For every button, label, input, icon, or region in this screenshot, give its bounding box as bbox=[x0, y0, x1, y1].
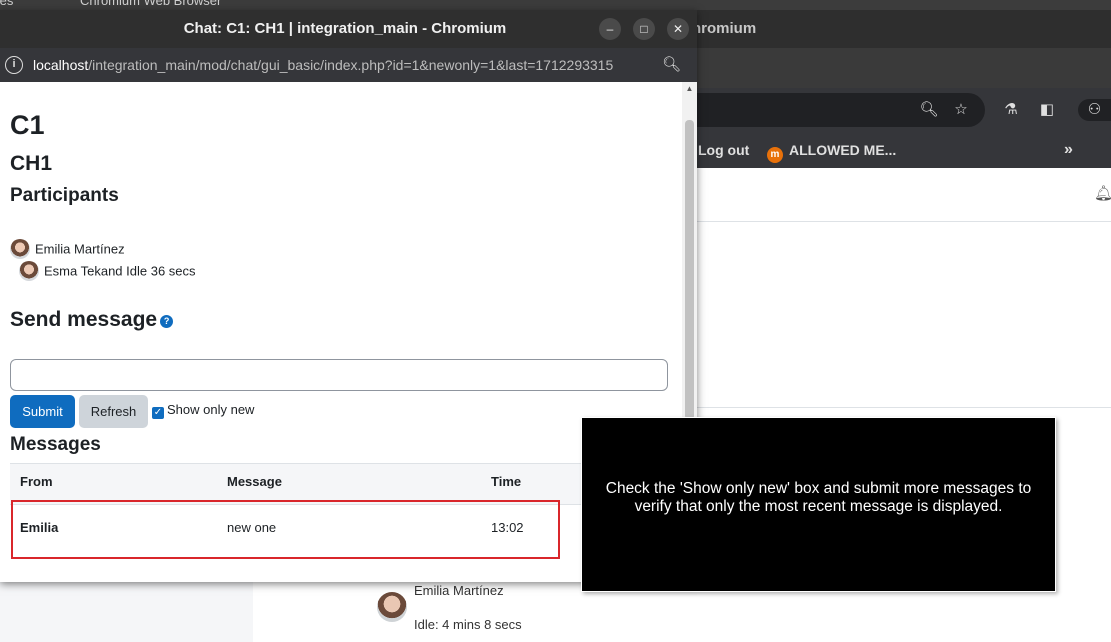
column-header-time: Time bbox=[491, 474, 522, 489]
background-top-strip-left: tes bbox=[0, 0, 14, 8]
incognito-icon[interactable]: ⚇ bbox=[1078, 99, 1111, 121]
participant-name[interactable]: Esma Tekand Idle 36 secs bbox=[44, 264, 196, 279]
background-participant-idle: Idle: 4 mins 8 secs bbox=[414, 617, 522, 632]
show-only-new-label: Show only new bbox=[167, 402, 255, 417]
background-sidebar bbox=[0, 580, 253, 642]
show-only-new-option[interactable]: ✓ Show only new bbox=[152, 402, 254, 419]
messages-heading: Messages bbox=[10, 434, 101, 455]
url-host: localhost bbox=[33, 57, 89, 73]
avatar bbox=[19, 261, 39, 281]
scroll-thumb[interactable] bbox=[685, 120, 694, 420]
site-info-icon[interactable]: i bbox=[5, 56, 23, 74]
course-title: C1 bbox=[10, 110, 45, 140]
zoom-icon[interactable]: 🔍︎ bbox=[918, 99, 940, 121]
participant-item: Emilia Martínez bbox=[10, 239, 125, 259]
highlight-box bbox=[11, 500, 560, 559]
column-header-message: Message bbox=[227, 474, 282, 489]
avatar bbox=[377, 592, 407, 622]
show-only-new-checkbox[interactable]: ✓ bbox=[152, 407, 164, 419]
bookmark-allowed-label: ALLOWED ME... bbox=[789, 142, 897, 158]
popup-titlebar[interactable]: Chat: C1: CH1 | integration_main - Chrom… bbox=[0, 10, 697, 48]
background-divider bbox=[697, 221, 1111, 222]
zoom-icon[interactable]: 🔍︎ bbox=[662, 55, 681, 73]
notification-bell-icon[interactable]: 🔔︎ bbox=[1094, 184, 1111, 202]
background-top-strip-title: Chromium Web Browser bbox=[80, 0, 222, 8]
popup-url-bar[interactable]: i localhost/integration_main/mod/chat/gu… bbox=[0, 48, 697, 82]
minimize-icon[interactable]: – bbox=[599, 18, 621, 40]
instruction-tooltip: Check the 'Show only new' box and submit… bbox=[581, 417, 1056, 592]
help-icon[interactable]: ? bbox=[160, 315, 174, 328]
column-header-from: From bbox=[20, 474, 53, 489]
background-window-title: hromium bbox=[692, 20, 757, 37]
bookmarks-more-icon[interactable]: » bbox=[1064, 139, 1073, 161]
labs-flask-icon[interactable]: ⚗ bbox=[1000, 99, 1022, 121]
avatar bbox=[10, 239, 30, 259]
close-icon[interactable]: ✕ bbox=[667, 18, 689, 40]
refresh-button[interactable]: Refresh bbox=[79, 395, 148, 428]
chat-page-content: C1 CH1 Participants Emilia Martínez Esma… bbox=[0, 82, 682, 582]
participant-item: Esma Tekand Idle 36 secs bbox=[19, 261, 196, 281]
background-divider bbox=[697, 407, 1111, 408]
bookmark-favicon-icon: m bbox=[767, 147, 783, 163]
background-top-strip: tes Chromium Web Browser bbox=[0, 0, 1111, 10]
popup-title: Chat: C1: CH1 | integration_main - Chrom… bbox=[183, 20, 507, 37]
background-participant-name: Emilia Martínez bbox=[414, 583, 504, 598]
bookmark-star-icon[interactable]: ☆ bbox=[950, 99, 972, 121]
message-input[interactable] bbox=[10, 359, 668, 391]
scroll-up-icon[interactable]: ▲ bbox=[682, 84, 697, 93]
url-text[interactable]: localhost/integration_main/mod/chat/gui_… bbox=[33, 48, 613, 82]
participant-name[interactable]: Emilia Martínez bbox=[35, 242, 125, 257]
url-path: /integration_main/mod/chat/gui_basic/ind… bbox=[88, 57, 614, 73]
participants-heading: Participants bbox=[10, 185, 119, 206]
bookmark-logout[interactable]: Log out bbox=[698, 139, 749, 161]
chat-title: CH1 bbox=[10, 152, 53, 175]
tooltip-text: Check the 'Show only new' box and submit… bbox=[605, 479, 1032, 515]
send-message-heading-text: Send message bbox=[10, 308, 158, 331]
bookmark-allowed[interactable]: m ALLOWED ME... bbox=[767, 139, 896, 163]
maximize-icon[interactable]: □ bbox=[633, 18, 655, 40]
send-message-heading: Send message? bbox=[10, 308, 174, 332]
side-panel-icon[interactable]: ◧ bbox=[1036, 99, 1058, 121]
submit-button[interactable]: Submit bbox=[10, 395, 75, 428]
